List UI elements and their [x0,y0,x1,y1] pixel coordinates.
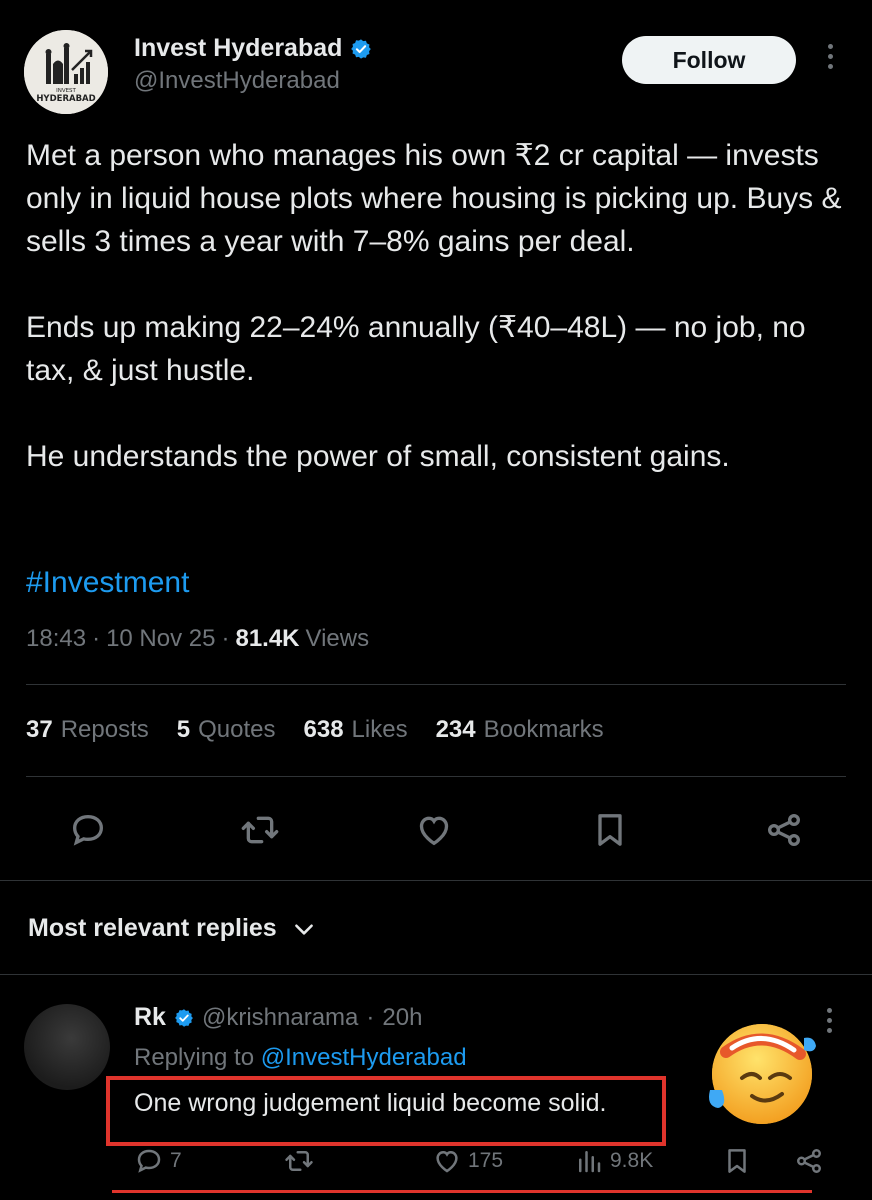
tweet-paragraph: Ends up making 22–24% annually (₹40–48L)… [26,311,806,387]
section-divider [0,880,872,881]
bookmark-icon [728,1149,746,1173]
like-icon [436,1150,458,1173]
reply-bookmark-button[interactable] [722,1146,752,1176]
views-icon [579,1151,601,1173]
reply-actions: 7 175 9.8K [0,1146,872,1180]
reposts-stat[interactable]: 37 Reposts [26,716,149,744]
meta-separator: · [366,1003,375,1031]
divider [26,684,846,685]
tweet-paragraph: He understands the power of small, consi… [26,440,730,473]
engagement-stats: 37 Reposts 5 Quotes 638 Likes 234 Bookmarks [26,716,604,744]
views-label: Views [305,625,370,652]
verified-badge-icon [174,1008,194,1028]
replying-to-prefix: Replying to [134,1044,255,1071]
author-name[interactable]: Invest Hyderabad [134,34,342,63]
reply-text: One wrong judgement liquid become solid. [134,1089,607,1117]
tweet-actions [0,808,872,852]
replies-sort-dropdown[interactable]: Most relevant replies [28,914,317,943]
repost-icon[interactable] [238,808,282,852]
repost-icon [285,1151,313,1171]
reply-icon [137,1149,161,1173]
hashtag-link[interactable]: #Investment [26,566,189,600]
more-options-icon[interactable] [820,44,840,74]
reply-like-count: 175 [468,1149,504,1172]
reply-header: Rk @krishnarama · 20h [134,1003,422,1032]
quotes-stat[interactable]: 5 Quotes [177,716,276,744]
likes-stat[interactable]: 638 Likes [304,716,408,744]
replies-sort-label: Most relevant replies [28,914,277,942]
reply-author-handle[interactable]: @krishnarama [202,1004,358,1032]
tweet-body: Met a person who manages his own ₹2 cr c… [26,134,846,478]
share-icon [797,1149,821,1173]
author-handle[interactable]: @InvestHyderabad [134,67,340,95]
meta-separator: · [92,625,101,652]
laughing-tears-emoji-icon [709,1024,816,1124]
highlight-box-edge [112,1190,812,1200]
svg-text:HYDERABAD: HYDERABAD [36,94,95,104]
reply-avatar[interactable] [24,1004,110,1090]
tweet-meta: 18:43 · 10 Nov 25 · 81.4K Views [26,625,369,653]
reply-view-count: 9.8K [610,1149,654,1172]
like-icon[interactable] [412,808,456,852]
share-icon[interactable] [762,808,806,852]
follow-button[interactable]: Follow [622,36,796,84]
reply-icon[interactable] [66,808,110,852]
divider [26,776,846,777]
reply-share-button[interactable] [794,1146,824,1176]
reply-like-button[interactable]: 175 [432,1146,503,1176]
reply-views-button[interactable]: 9.8K [574,1146,653,1176]
invest-hyderabad-logo: INVEST HYDERABAD [24,30,108,114]
reply-reply-button[interactable]: 7 [134,1146,182,1176]
chevron-down-icon [294,923,313,935]
author-name-row[interactable]: Invest Hyderabad [134,34,372,63]
views-count: 81.4K [235,625,300,652]
replying-to-mention[interactable]: @InvestHyderabad [261,1044,467,1071]
author-avatar[interactable]: INVEST HYDERABAD [24,30,108,114]
verified-badge-icon [350,38,372,60]
reply-count: 7 [170,1149,182,1172]
meta-separator: · [221,625,230,652]
tweet-time[interactable]: 18:43 [26,625,86,653]
tweet-detail-page: INVEST HYDERABAD Invest Hyderabad @Inves… [0,0,872,1200]
reply-time: 20h [382,1003,423,1031]
reply-repost-button[interactable] [284,1146,314,1176]
replying-to: Replying to @InvestHyderabad [134,1044,467,1072]
tweet-paragraph: Met a person who manages his own ₹2 cr c… [26,139,842,258]
tweet-date[interactable]: 10 Nov 25 [106,625,215,653]
bookmarks-stat[interactable]: 234 Bookmarks [436,716,604,744]
bookmark-icon[interactable] [588,808,632,852]
section-divider [0,974,872,975]
reply-author-name[interactable]: Rk [134,1003,166,1032]
